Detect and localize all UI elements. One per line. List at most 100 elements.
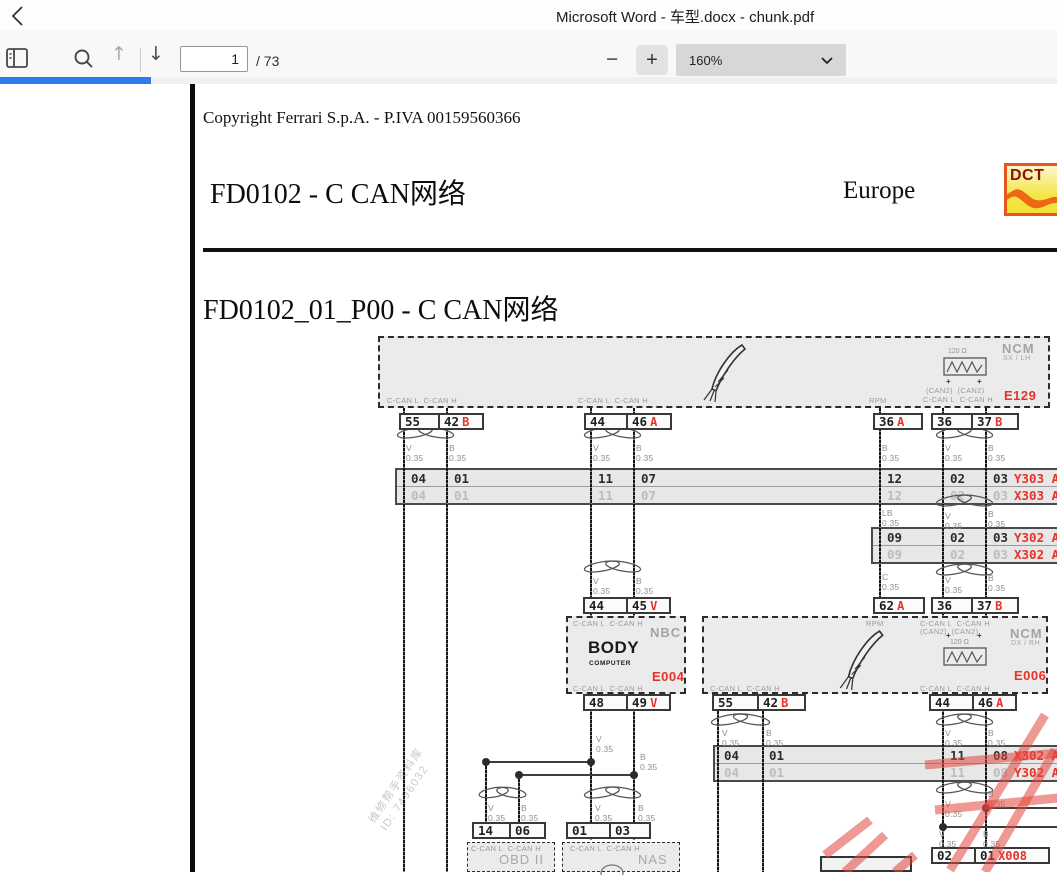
resistor-lead: + (946, 377, 951, 386)
connector-ref: X302 A (1014, 748, 1057, 763)
band-cell: 11 (950, 748, 966, 763)
sidebar-icon (6, 48, 28, 68)
pin-cell: 42 B (438, 413, 484, 430)
pin-cell: 46 A (626, 413, 672, 430)
back-button[interactable] (6, 3, 32, 29)
band-cell: 04 (724, 748, 740, 763)
band-row: 04 01 11 08 X302 A (715, 747, 1057, 763)
sidebar-toggle-button[interactable] (5, 47, 29, 72)
pin-cell: 44 (583, 597, 628, 614)
pin-cell: 01 (566, 822, 611, 839)
wire (717, 711, 719, 872)
terminating-resistor: + + 120 Ω (943, 631, 987, 672)
can-label: (CAN2) (CAN2) (920, 627, 979, 636)
pin-cell: 06 (509, 822, 546, 839)
wire-horizontal (519, 774, 634, 776)
resistor-icon (943, 357, 987, 376)
band-cell: 01 (454, 471, 470, 486)
module-name: OBD II (499, 852, 545, 867)
can-label: (CAN2) (CAN2) (926, 386, 985, 395)
wire-label: B 0.35 (988, 789, 1006, 809)
search-button[interactable] (73, 48, 95, 73)
wire-label: LB 0.35 (882, 508, 900, 528)
band-cell: 03 (993, 471, 1009, 486)
band-row: 04 01 11 08 Y302 A (715, 763, 1057, 780)
pin-cell: 46 A (972, 694, 1017, 711)
pin-cell: 42 B (757, 694, 806, 711)
zoom-out-button[interactable]: − (606, 48, 618, 72)
twisted-pair-icon (478, 785, 527, 805)
load-progress-bar (0, 77, 151, 84)
back-chevron-icon (11, 6, 23, 26)
pin-connector: 44 46 A (584, 413, 672, 430)
wire-label: B 0.35 (766, 728, 784, 748)
pin-cell: 37 B (971, 413, 1019, 430)
connector-ref: X303 A (1014, 488, 1057, 503)
can-label: C-CAN L C-CAN H (710, 684, 780, 693)
band-cell: 09 (887, 547, 903, 562)
wire-label: B 0.35 (988, 573, 1006, 593)
wire (879, 408, 881, 612)
junction-dot (587, 758, 595, 766)
page-number-input[interactable] (180, 46, 248, 72)
module-title: BODY (588, 638, 640, 657)
zoom-level-select[interactable]: 160% (676, 44, 846, 76)
wire (403, 408, 405, 872)
wire-label: B 0.35 (521, 803, 539, 823)
module-id: E006 (1014, 668, 1047, 683)
can-label: C-CAN L C-CAN H (570, 844, 640, 853)
can-label: C-CAN L C-CAN H (920, 684, 990, 693)
resistor-value: 120 Ω (950, 639, 969, 646)
wire-label: B 0.35 (449, 443, 467, 463)
resistor-lead: + (977, 377, 982, 386)
pin-cell: 36 (931, 413, 973, 430)
pin-cell: 36 (931, 597, 973, 614)
wire (446, 408, 448, 872)
wire-label: V 0.35 (945, 728, 963, 748)
zoom-in-button[interactable]: + (636, 45, 668, 75)
window-title: Microsoft Word - 车型.docx - chunk.pdf (556, 9, 815, 26)
can-label: RPM (869, 396, 887, 405)
band-row: 09 02 03 Y302 A (873, 529, 1057, 545)
band-cell: 04 (724, 765, 740, 780)
junction-dot (515, 771, 523, 779)
page-count: / 73 (256, 53, 280, 69)
pin-connector: 55 42 B (399, 413, 484, 430)
band-cell: 12 (887, 471, 903, 486)
module-subtitle: COMPUTER (589, 660, 631, 667)
band-cell: 02 (950, 471, 966, 486)
can-label: C-CAN L C-CAN H (573, 684, 643, 693)
pin-cell: 01 X008 (974, 847, 1050, 864)
pin-connector: 44 46 A (929, 694, 1017, 711)
pin-connector: 01 03 (566, 822, 651, 839)
quill-icon (703, 343, 747, 402)
band-cell: 04 (411, 488, 427, 503)
previous-page-button[interactable]: ↑ (111, 43, 127, 65)
wire-label: B 0.35 (636, 576, 654, 596)
connector-ring-icon (600, 864, 624, 875)
wire-label: B 0.35 (638, 803, 656, 823)
module-name: NAS (638, 852, 668, 867)
pin-connector: 14 06 (472, 822, 546, 839)
pin-cell: 55 (712, 694, 759, 711)
band-cell: 04 (411, 471, 427, 486)
connector-band: 04 01 11 08 X302 A 04 01 11 08 Y302 A (713, 745, 1057, 782)
wire-label: V 0.35 (945, 799, 963, 819)
next-page-button[interactable]: ↓ (148, 43, 164, 65)
band-cell: 11 (950, 765, 966, 780)
wire-label: V 0.35 (722, 728, 740, 748)
pin-connector: 48 49 V (583, 694, 671, 711)
band-cell: 01 (769, 748, 785, 763)
wire-label: B 0.35 (882, 443, 900, 463)
pin-cell: 62 A (873, 597, 925, 614)
wire-label: B 0.35 (640, 752, 658, 772)
pin-connector: 02 01 X008 (931, 847, 1050, 864)
terminating-resistor: 120 Ω + + (943, 348, 987, 386)
pdf-toolbar: ↑ ↓ / 73 − + 160% (0, 30, 1057, 78)
wire-label: V 0.35 (595, 803, 613, 823)
can-label: C-CAN L C-CAN H (573, 619, 643, 628)
band-cell: 08 (993, 765, 1009, 780)
band-cell: 01 (769, 765, 785, 780)
band-cell: 03 (993, 530, 1009, 545)
connector-ref: Y302 A (1014, 765, 1057, 780)
